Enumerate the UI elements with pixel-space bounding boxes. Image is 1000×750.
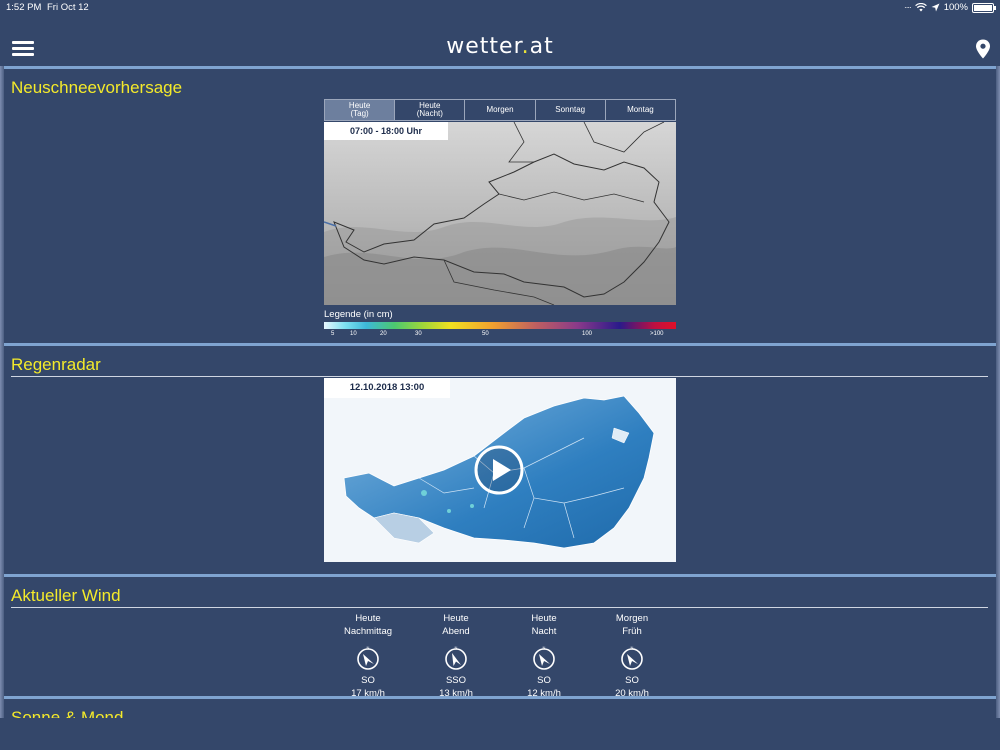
tab-sublabel: (Tag) xyxy=(350,109,369,118)
wind-day: Heute xyxy=(443,613,469,624)
wind-forecast-item: Heute Abend N SSO 13 km/h xyxy=(421,612,491,700)
tab-sonntag[interactable]: Sonntag xyxy=(535,100,606,120)
location-arrow-icon xyxy=(931,3,940,12)
wind-period: Nachmittag xyxy=(343,626,393,637)
battery-icon xyxy=(972,2,996,13)
legend-tick: >100 xyxy=(650,331,664,337)
sun-moon-title: Sonne & Mond xyxy=(11,708,124,718)
status-time: 1:52 PM xyxy=(6,2,42,13)
wind-day: Heute xyxy=(531,613,557,624)
tab-sublabel: (Nacht) xyxy=(416,109,443,118)
tab-heute-nacht[interactable]: Heute (Nacht) xyxy=(395,100,466,120)
status-right: ···· 100% xyxy=(904,2,996,13)
snow-forecast-title: Neuschneevorhersage xyxy=(11,78,183,97)
bottom-safe-area xyxy=(0,718,1000,750)
rain-radar-title: Regenradar xyxy=(11,355,101,374)
wind-forecast-item: Heute Nacht N SO 12 km/h xyxy=(509,612,579,700)
wind-compass-icon: N xyxy=(357,646,379,670)
location-pin-icon[interactable] xyxy=(975,39,991,59)
wind-day: Morgen xyxy=(615,613,649,624)
wind-compass-icon: N xyxy=(533,646,555,670)
logo-main: wetter xyxy=(446,34,522,59)
nav-bar: wetter.at xyxy=(0,16,1000,66)
legend-color-bar xyxy=(324,322,676,329)
wind-period: Nacht xyxy=(531,626,557,637)
battery-percent: 100% xyxy=(943,2,968,13)
wind-forecast-item: Morgen Früh N SO 20 km/h xyxy=(597,612,667,700)
snow-time-range: 07:00 - 18:00 Uhr xyxy=(324,122,448,140)
svg-text:N: N xyxy=(543,646,546,650)
status-date: Fri Oct 12 xyxy=(47,2,89,13)
tab-label: Sonntag xyxy=(555,105,586,114)
wind-period: Früh xyxy=(622,626,642,637)
signal-dots-icon: ···· xyxy=(904,3,912,12)
section-divider xyxy=(11,607,988,608)
wind-section: Aktueller Wind Heute Nachmittag N SO 17 … xyxy=(4,574,996,700)
snow-forecast-section: Neuschneevorhersage Heute (Tag) Heute (Nac… xyxy=(4,66,996,344)
tab-montag[interactable]: Montag xyxy=(605,100,676,120)
logo-tld: at xyxy=(529,34,554,59)
legend-tick: 30 xyxy=(415,331,422,337)
content-scroll-area[interactable]: Neuschneevorhersage Heute (Tag) Heute (Nac… xyxy=(0,66,1000,718)
wind-title: Aktueller Wind xyxy=(11,586,121,605)
wind-compass-icon: N xyxy=(621,646,643,670)
terrain-map-image xyxy=(324,122,676,305)
wind-period: Abend xyxy=(442,626,470,637)
tab-heute-tag[interactable]: Heute (Tag) xyxy=(325,100,396,120)
section-divider xyxy=(11,376,988,377)
legend-tick: 100 xyxy=(582,331,593,337)
wifi-icon xyxy=(914,3,927,12)
wind-direction: SO xyxy=(537,675,551,686)
wind-direction: SO xyxy=(361,675,375,686)
wind-compass-icon: N xyxy=(445,646,467,670)
sun-moon-section: Sonne & Mond xyxy=(4,696,996,718)
wind-direction: SSO xyxy=(445,675,467,686)
app-logo: wetter.at xyxy=(0,34,1000,59)
tab-label: Morgen xyxy=(486,105,514,114)
rain-radar-section: Regenradar 12.10.2018 13:00 xyxy=(4,343,996,575)
rain-radar-map[interactable]: 12.10.2018 13:00 xyxy=(324,378,676,562)
svg-text:N: N xyxy=(367,646,370,650)
svg-text:N: N xyxy=(455,646,458,650)
tab-morgen[interactable]: Morgen xyxy=(465,100,536,120)
radar-timestamp: 12.10.2018 13:00 xyxy=(324,378,450,398)
legend-title: Legende (in cm) xyxy=(324,309,393,320)
legend-tick: 10 xyxy=(350,331,357,337)
wind-direction: SO xyxy=(625,675,639,686)
legend-tick: 5 xyxy=(331,331,335,337)
status-bar: 1:52 PM Fri Oct 12 ···· 100% xyxy=(0,0,1000,16)
play-icon[interactable] xyxy=(474,445,524,495)
snow-forecast-tabs: Heute (Tag) Heute (Nacht) Morgen Sonntag M… xyxy=(324,99,676,121)
svg-text:N: N xyxy=(631,646,634,650)
legend-tick: 50 xyxy=(482,331,489,337)
snow-forecast-map[interactable]: 07:00 - 18:00 Uhr xyxy=(324,122,676,305)
legend-tick: 20 xyxy=(380,331,387,337)
tab-label: Montag xyxy=(627,105,654,114)
wind-day: Heute xyxy=(355,613,381,624)
logo-dot: . xyxy=(521,34,530,59)
wind-forecast-item: Heute Nachmittag N SO 17 km/h xyxy=(333,612,403,700)
